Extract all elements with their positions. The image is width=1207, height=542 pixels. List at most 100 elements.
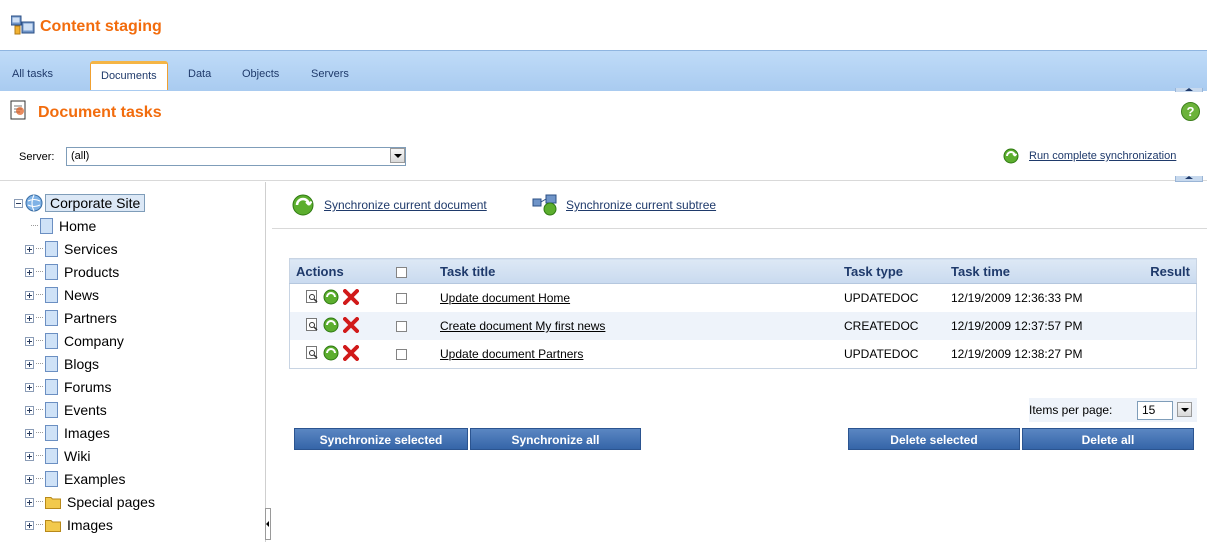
table-header-row: Actions Task title Task type Task time R… <box>289 258 1197 284</box>
tree-item-forums[interactable]: Forums <box>25 376 111 398</box>
expand-icon[interactable] <box>25 520 34 530</box>
sync-icon[interactable] <box>323 317 339 333</box>
run-complete-sync-link[interactable]: Run complete synchronization <box>1029 150 1176 162</box>
expand-icon[interactable] <box>25 474 34 484</box>
sync-current-subtree[interactable]: Synchronize current subtree <box>532 194 716 216</box>
help-icon[interactable]: ? <box>1181 102 1200 121</box>
header-result[interactable]: Result <box>1117 258 1197 284</box>
expand-icon[interactable] <box>25 382 34 392</box>
tab-objects[interactable]: Objects <box>242 68 279 80</box>
delete-icon[interactable] <box>343 345 359 361</box>
svg-text:?: ? <box>1187 104 1195 119</box>
document-icon <box>45 402 58 418</box>
document-icon <box>45 425 58 441</box>
expand-icon[interactable] <box>25 405 34 415</box>
document-tasks-icon <box>10 100 26 120</box>
app-title: Content staging <box>40 18 162 35</box>
tree-item-home[interactable]: Home <box>31 215 96 237</box>
sync-icon[interactable] <box>323 289 339 305</box>
row-time: 12/19/2009 12:36:33 PM <box>951 291 1083 305</box>
delete-selected-button[interactable]: Delete selected <box>848 428 1020 450</box>
task-title-link[interactable]: Update document Partners <box>440 347 583 361</box>
tree-item-products[interactable]: Products <box>25 261 119 283</box>
document-icon <box>45 356 58 372</box>
run-complete-sync[interactable]: Run complete synchronization <box>1003 148 1176 164</box>
tree-item-blogs[interactable]: Blogs <box>25 353 99 375</box>
tree-item-images[interactable]: Images <box>25 422 110 444</box>
collapse-icon[interactable] <box>14 198 23 208</box>
tree-item-images-folder[interactable]: Images <box>25 514 113 536</box>
sync-current-document-label: Synchronize current document <box>324 198 487 212</box>
chevron-down-icon[interactable] <box>390 148 405 163</box>
tree-item-company[interactable]: Company <box>25 330 124 352</box>
delete-icon[interactable] <box>343 317 359 333</box>
tab-all-tasks[interactable]: All tasks <box>12 68 53 80</box>
header-task-type[interactable]: Task type <box>838 258 945 284</box>
expand-icon[interactable] <box>25 313 34 323</box>
delete-all-button[interactable]: Delete all <box>1022 428 1194 450</box>
sync-selected-button[interactable]: Synchronize selected <box>294 428 468 450</box>
tab-data[interactable]: Data <box>188 68 211 80</box>
document-icon <box>45 241 58 257</box>
tree-item-label: Wiki <box>64 448 91 464</box>
expand-icon[interactable] <box>25 428 34 438</box>
task-title-link[interactable]: Create document My first news <box>440 319 605 333</box>
select-all-checkbox[interactable] <box>396 266 407 278</box>
collapse-tree-button[interactable] <box>265 508 271 540</box>
row-time: 12/19/2009 12:38:27 PM <box>951 347 1083 361</box>
tab-documents[interactable]: Documents <box>90 61 168 90</box>
tree-item-examples[interactable]: Examples <box>25 468 125 490</box>
view-icon[interactable] <box>306 318 319 332</box>
tree-item-label: Services <box>64 241 118 257</box>
expand-icon[interactable] <box>25 290 34 300</box>
chevron-down-icon[interactable] <box>1177 402 1192 417</box>
tree-item-news[interactable]: News <box>25 284 99 306</box>
header-select-all <box>390 258 434 284</box>
header-task-title[interactable]: Task title <box>434 258 838 284</box>
expand-icon[interactable] <box>25 336 34 346</box>
row-select <box>390 284 434 313</box>
header-task-time[interactable]: Task time <box>945 258 1117 284</box>
document-icon <box>45 264 58 280</box>
row-title: Update document Partners <box>434 340 838 369</box>
sync-current-document[interactable]: Synchronize current document <box>292 194 487 216</box>
tree-item-label: News <box>64 287 100 303</box>
server-select[interactable]: (all) <box>66 147 406 166</box>
task-title-link[interactable]: Update document Home <box>440 291 570 305</box>
tree-item-label: Products <box>64 264 120 280</box>
row-checkbox[interactable] <box>396 349 407 361</box>
sync-icon[interactable] <box>323 345 339 361</box>
row-actions <box>290 284 391 313</box>
row-checkbox[interactable] <box>396 293 407 305</box>
view-icon[interactable] <box>306 290 319 304</box>
expand-icon[interactable] <box>25 359 34 369</box>
tree-item-services[interactable]: Services <box>25 238 118 260</box>
expand-icon[interactable] <box>25 267 34 277</box>
document-icon <box>45 333 58 349</box>
tree-item-label: Examples <box>64 471 126 487</box>
expand-icon[interactable] <box>25 244 34 254</box>
sync-icon <box>1003 148 1019 164</box>
tab-servers[interactable]: Servers <box>311 68 349 80</box>
row-checkbox[interactable] <box>396 321 407 333</box>
server-filter-bar: Server: (all) Run complete synchronizati… <box>0 134 1207 181</box>
delete-icon[interactable] <box>343 289 359 305</box>
items-per-page-select[interactable]: 15 <box>1137 401 1173 420</box>
tree-root-label: Corporate Site <box>45 194 146 212</box>
expand-icon[interactable] <box>25 451 34 461</box>
tree-item-wiki[interactable]: Wiki <box>25 445 90 467</box>
row-title: Create document My first news <box>434 312 838 340</box>
row-select <box>390 312 434 340</box>
folder-icon <box>45 520 61 532</box>
tree-item-events[interactable]: Events <box>25 399 107 421</box>
tree-item-special-pages[interactable]: Special pages <box>25 491 155 513</box>
tree-item-partners[interactable]: Partners <box>25 307 117 329</box>
sync-current-subtree-label: Synchronize current subtree <box>566 198 717 212</box>
sync-all-button[interactable]: Synchronize all <box>470 428 641 450</box>
tree-root[interactable]: Corporate Site <box>14 192 146 214</box>
row-type: CREATEDOC <box>838 312 945 340</box>
items-per-page-label: Items per page: <box>1029 403 1113 417</box>
expand-icon[interactable] <box>25 497 34 507</box>
view-icon[interactable] <box>306 346 319 360</box>
document-icon <box>45 287 58 303</box>
